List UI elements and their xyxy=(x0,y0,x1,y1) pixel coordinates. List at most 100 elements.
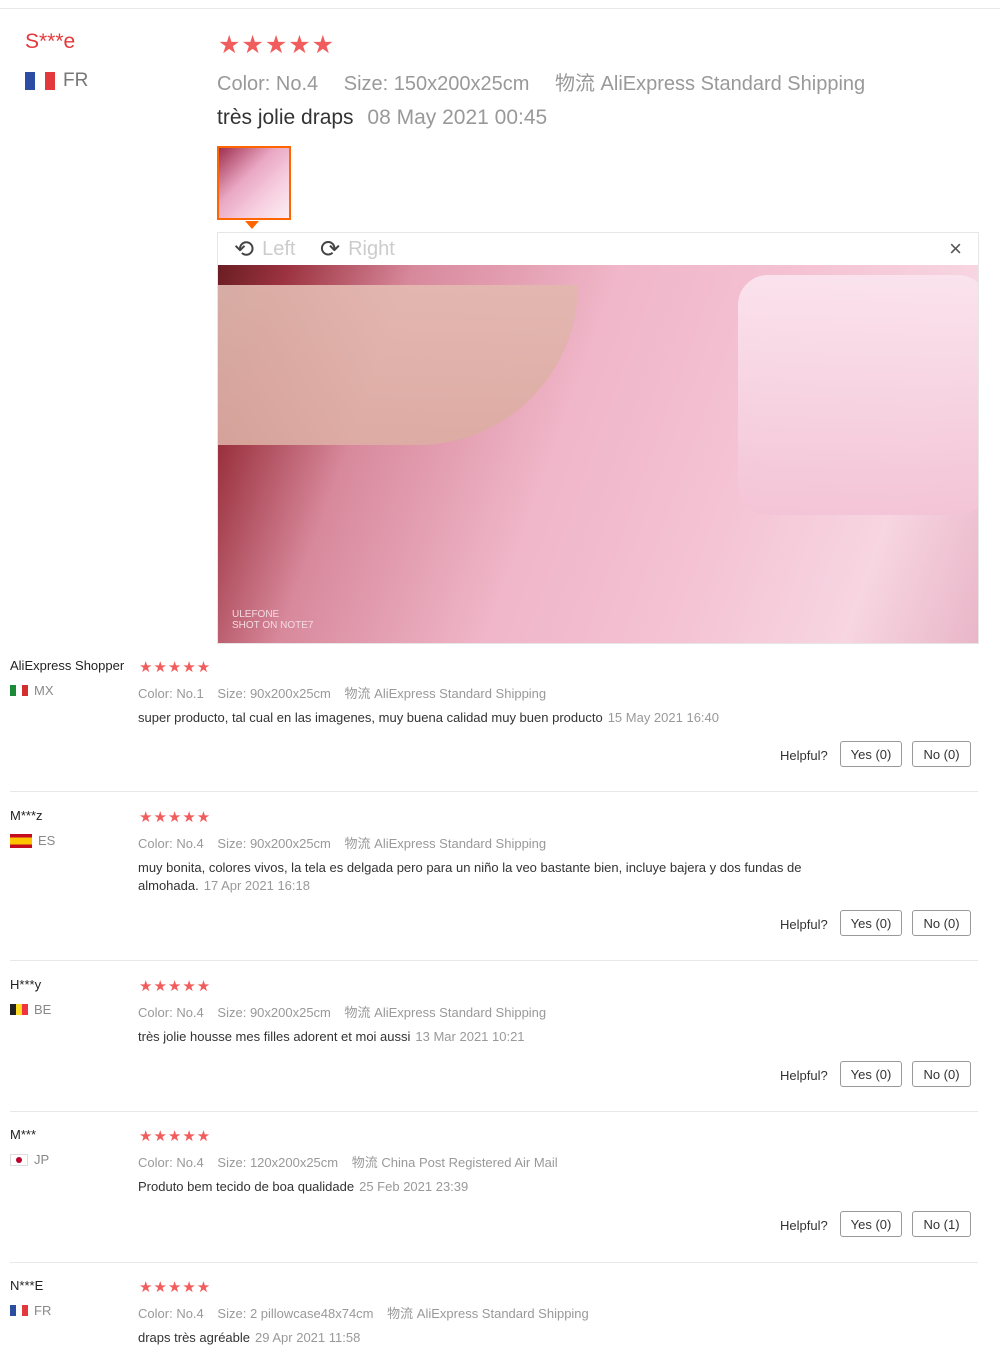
review-attributes: Color: No.4 Size: 150x200x25cm 物流 AliExp… xyxy=(217,67,865,96)
color-label: Color: xyxy=(138,1306,173,1321)
color-value: No.4 xyxy=(176,1306,204,1321)
size-value: 120x200x25cm xyxy=(249,1155,339,1170)
shipping-label: 物流 xyxy=(344,1005,371,1020)
review-photo-thumbnail[interactable] xyxy=(217,146,291,220)
star-rating: ★★★★★ xyxy=(139,1279,212,1296)
mexico-flag-icon xyxy=(10,685,28,696)
reviewer-country: FR xyxy=(10,1303,51,1318)
helpful-no-button[interactable]: No (1) xyxy=(912,1211,971,1237)
helpful-no-button[interactable]: No (0) xyxy=(912,1061,971,1087)
rotate-left-label: Left xyxy=(262,238,296,260)
shipping-value: AliExpress Standard Shipping xyxy=(374,836,547,851)
shipping-value: AliExpress Standard Shipping xyxy=(416,1306,589,1321)
review-text: Produto bem tecido de boa qualidade 25 Fe… xyxy=(138,1178,868,1196)
color-value: No.4 xyxy=(275,73,319,95)
country-code: FR xyxy=(63,70,89,91)
reviewer-name: M*** xyxy=(10,1127,37,1142)
review-photo: ULEFONE SHOT ON NOTE7 xyxy=(218,265,978,643)
watermark-line-2: SHOT ON NOTE7 xyxy=(232,620,314,631)
shipping-label: 物流 xyxy=(351,1155,378,1170)
helpful-no-button[interactable]: No (0) xyxy=(912,910,971,936)
shipping-value: China Post Registered Air Mail xyxy=(381,1155,558,1170)
japan-flag-icon xyxy=(10,1153,28,1166)
review-date: 17 Apr 2021 16:18 xyxy=(203,878,310,893)
country-code: ES xyxy=(38,833,56,848)
review-date: 25 Feb 2021 23:39 xyxy=(359,1179,469,1194)
color-label: Color: xyxy=(217,73,271,95)
review-body: super producto, tal cual en las imagenes… xyxy=(138,710,603,725)
country-code: JP xyxy=(34,1152,50,1167)
helpful-yes-button[interactable]: Yes (0) xyxy=(840,1211,902,1237)
country-code: MX xyxy=(34,683,54,698)
rotate-left-button[interactable]: ⟲ Left xyxy=(234,235,295,264)
shipping-label: 物流 xyxy=(387,1306,414,1321)
color-value: No.1 xyxy=(176,686,204,701)
helpful-label: Helpful? xyxy=(780,917,828,932)
star-rating: ★★★★★ xyxy=(139,809,212,826)
size-value: 2 pillowcase48x74cm xyxy=(249,1306,374,1321)
review-date: 13 Mar 2021 10:21 xyxy=(415,1029,525,1044)
featured-review: S***e FR ★★★★★ Color: No.4 Size: 150x200… xyxy=(0,0,1000,650)
review-divider xyxy=(10,791,978,792)
helpful-yes-button[interactable]: Yes (0) xyxy=(840,1061,902,1087)
france-flag-icon xyxy=(25,72,55,90)
size-label: Size: xyxy=(217,836,247,851)
photo-viewer: ⟲ Left ⟳ Right × ULEFONE SHOT ON NOTE7 xyxy=(217,232,979,644)
helpful-label: Helpful? xyxy=(780,748,828,763)
reviewer-country: MX xyxy=(10,683,54,698)
review-date: 15 May 2021 16:40 xyxy=(607,710,719,725)
spain-flag-icon xyxy=(10,833,32,848)
review-attributes: Color: No.4 Size: 2 pillowcase48x74cm 物流… xyxy=(138,1303,589,1322)
size-label: Size: xyxy=(217,1306,247,1321)
review-attributes: Color: No.4 Size: 90x200x25cm 物流 AliExpr… xyxy=(138,833,546,852)
star-rating: ★★★★★ xyxy=(139,978,212,995)
star-rating: ★★★★★ xyxy=(139,1128,212,1145)
review-attributes: Color: No.1 Size: 90x200x25cm 物流 AliExpr… xyxy=(138,683,546,702)
review-date: 08 May 2021 00:45 xyxy=(367,106,548,129)
photo-pillow-shape xyxy=(738,275,978,515)
rotate-left-icon: ⟲ xyxy=(234,236,255,263)
reviewer-name: H***y xyxy=(10,977,42,992)
color-label: Color: xyxy=(138,1005,173,1020)
reviewer-name: S***e xyxy=(25,30,76,53)
reviewer-country: JP xyxy=(10,1152,49,1167)
review-divider xyxy=(10,960,978,961)
shipping-value: AliExpress Standard Shipping xyxy=(600,73,866,95)
review-text: draps très agréable 29 Apr 2021 11:58 xyxy=(138,1329,868,1347)
review-body: très jolie housse mes filles adorent et … xyxy=(138,1029,411,1044)
review-divider xyxy=(10,1111,978,1112)
shipping-value: AliExpress Standard Shipping xyxy=(374,686,547,701)
reviewer-name: N***E xyxy=(10,1278,44,1293)
color-value: No.4 xyxy=(176,1155,204,1170)
review-divider xyxy=(10,1262,978,1263)
watermark-line-1: ULEFONE xyxy=(232,609,280,620)
star-rating: ★★★★★ xyxy=(139,659,212,676)
close-icon[interactable]: × xyxy=(949,236,962,262)
size-value: 90x200x25cm xyxy=(249,836,331,851)
review-text: super producto, tal cual en las imagenes… xyxy=(138,709,868,727)
country-code: FR xyxy=(34,1303,52,1318)
thumbnail-pointer xyxy=(245,221,259,229)
reviewer-name: AliExpress Shopper xyxy=(10,658,125,673)
review-text: très jolie draps 08 May 2021 00:45 xyxy=(217,106,547,130)
size-label: Size: xyxy=(217,1155,247,1170)
france-flag-icon xyxy=(10,1305,28,1316)
color-label: Color: xyxy=(138,1155,173,1170)
size-label: Size: xyxy=(217,686,247,701)
helpful-yes-button[interactable]: Yes (0) xyxy=(840,741,902,767)
review-text: muy bonita, colores vivos, la tela es de… xyxy=(138,859,868,895)
review-body: Produto bem tecido de boa qualidade xyxy=(138,1179,355,1194)
shipping-label: 物流 xyxy=(344,836,371,851)
star-rating: ★★★★★ xyxy=(218,31,336,59)
reviewer-country: ES xyxy=(10,833,55,848)
review-attributes: Color: No.4 Size: 90x200x25cm 物流 AliExpr… xyxy=(138,1002,546,1021)
helpful-no-button[interactable]: No (0) xyxy=(912,741,971,767)
helpful-yes-button[interactable]: Yes (0) xyxy=(840,910,902,936)
photo-blanket-shape xyxy=(218,285,578,445)
shipping-label: 物流 xyxy=(344,686,371,701)
rotate-right-button[interactable]: ⟳ Right xyxy=(320,235,395,264)
size-value: 150x200x25cm xyxy=(393,73,530,95)
belgium-flag-icon xyxy=(10,1004,28,1015)
review-body: très jolie draps xyxy=(217,106,354,129)
shipping-label: 物流 xyxy=(554,73,595,95)
